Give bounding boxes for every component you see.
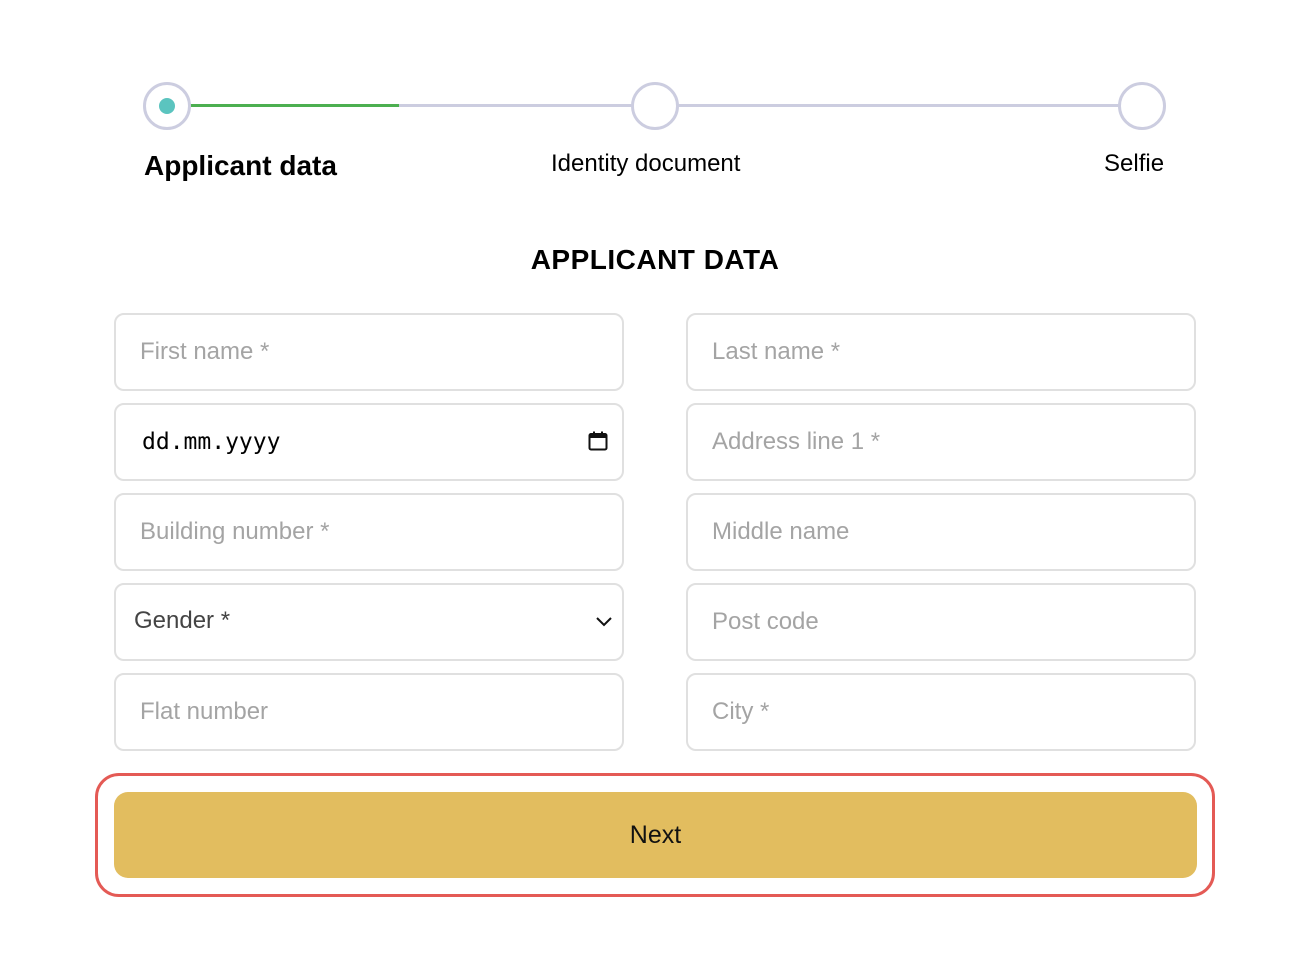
address-line-1-input[interactable] <box>688 405 1194 479</box>
post-code-field <box>686 583 1196 661</box>
stepper-progress <box>190 104 399 107</box>
flat-number-input[interactable] <box>116 675 622 749</box>
chevron-down-icon[interactable] <box>594 615 614 629</box>
next-button[interactable]: Next <box>114 792 1197 878</box>
first-name-field <box>114 313 624 391</box>
flat-number-field <box>114 673 624 751</box>
address-line-1-field <box>686 403 1196 481</box>
middle-name-field <box>686 493 1196 571</box>
building-number-field <box>114 493 624 571</box>
step-label-identity-document: Identity document <box>551 150 741 177</box>
birth-date-field[interactable]: dd.mm.yyyy <box>114 403 624 481</box>
gender-selected-value: Gender * <box>134 607 231 634</box>
step-2-circle[interactable] <box>631 82 679 130</box>
first-name-input[interactable] <box>116 315 622 389</box>
last-name-field <box>686 313 1196 391</box>
city-field <box>686 673 1196 751</box>
applicant-form-page: Applicant data Identity document Selfie … <box>0 0 1310 958</box>
step-label-applicant-data: Applicant data <box>144 150 337 181</box>
step-3-circle[interactable] <box>1118 82 1166 130</box>
calendar-icon[interactable] <box>588 431 608 451</box>
step-1-circle[interactable] <box>143 82 191 130</box>
birth-date-input[interactable]: dd.mm.yyyy <box>142 429 280 455</box>
gender-select[interactable]: Gender * <box>114 583 624 661</box>
middle-name-input[interactable] <box>688 495 1194 569</box>
post-code-input[interactable] <box>688 585 1194 659</box>
form-title: APPLICANT DATA <box>530 244 780 275</box>
step-label-selfie: Selfie <box>1104 150 1165 177</box>
active-step-dot <box>159 98 175 114</box>
last-name-input[interactable] <box>688 315 1194 389</box>
building-number-input[interactable] <box>116 495 622 569</box>
city-input[interactable] <box>688 675 1194 749</box>
